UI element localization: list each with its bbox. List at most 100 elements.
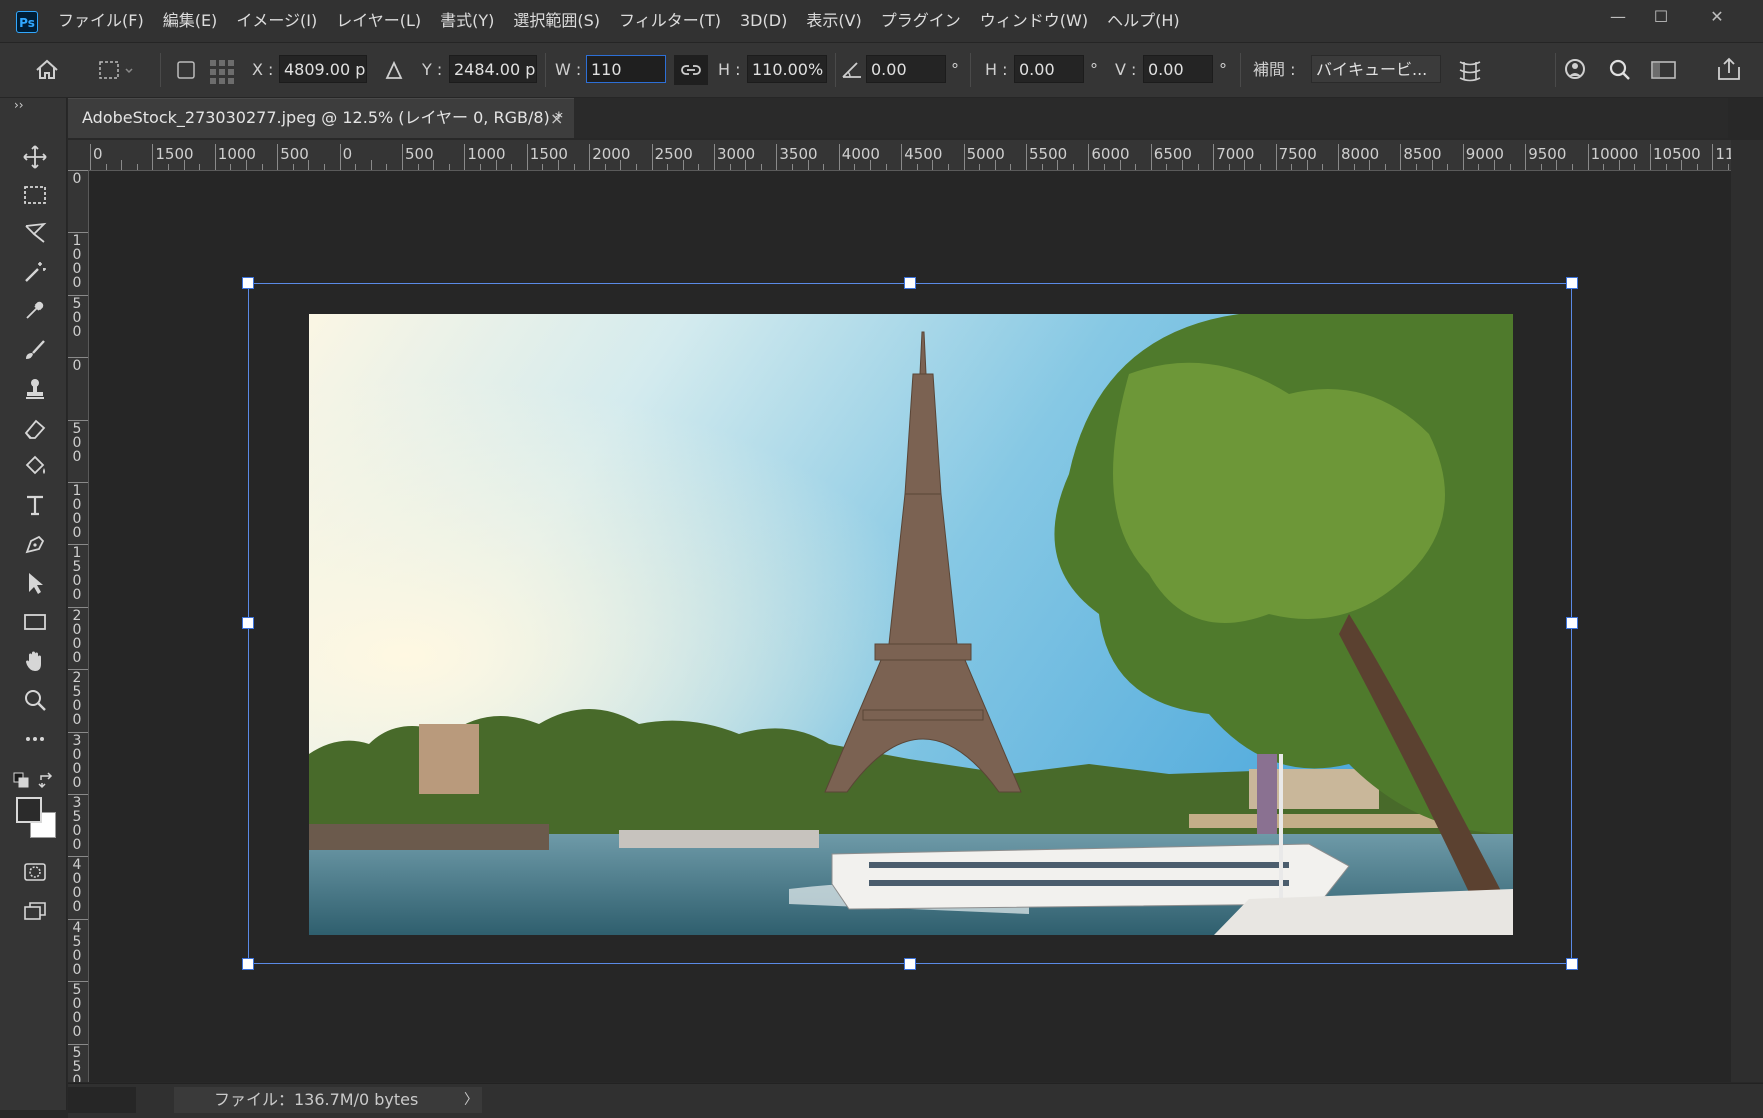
maximize-button[interactable]: ☐	[1641, 4, 1681, 30]
clone-stamp-tool-icon[interactable]	[17, 372, 53, 406]
skew-vertical-input[interactable]: 0.00	[1143, 55, 1213, 83]
y-position-input[interactable]: 2484.00 px	[449, 55, 537, 83]
transform-handle-bottom-right[interactable]	[1566, 958, 1578, 970]
interpolation-select[interactable]: バイキュービ...	[1311, 55, 1441, 83]
skew-horizontal-input[interactable]: 0.00	[1014, 55, 1084, 83]
x-position-input[interactable]: 4809.00 px	[279, 55, 367, 83]
document-info[interactable]: ファイル：136.7M/0 bytes 〉	[174, 1087, 482, 1113]
menu-edit[interactable]: 編集(E)	[163, 0, 218, 42]
close-window-button[interactable]: ✕	[1697, 4, 1737, 30]
menu-filter[interactable]: フィルター(T)	[619, 0, 721, 42]
menu-layer[interactable]: レイヤー(L)	[336, 0, 421, 42]
w-label: W :	[555, 60, 582, 79]
vertical-scrollbar[interactable]	[1731, 140, 1763, 1082]
ruler-minor-tick	[698, 164, 700, 170]
transform-handle-middle-left[interactable]	[242, 617, 254, 629]
menu-type[interactable]: 書式(Y)	[440, 0, 494, 42]
ruler-h-label: 10500	[1653, 145, 1701, 163]
rectangle-tool-icon[interactable]	[17, 605, 53, 639]
ruler-major-tick	[838, 144, 840, 170]
move-tool-icon[interactable]	[17, 140, 53, 174]
ruler-major-tick	[1650, 144, 1651, 170]
ruler-minor-tick	[745, 160, 747, 170]
workspace-icon[interactable]	[1650, 43, 1678, 97]
separator	[1240, 53, 1241, 87]
transform-handle-top-center[interactable]	[904, 277, 916, 289]
link-icon[interactable]	[674, 55, 708, 85]
ruler-minor-tick	[760, 164, 762, 170]
ruler-minor-tick	[1665, 164, 1667, 170]
menu-help[interactable]: ヘルプ(H)	[1107, 0, 1180, 42]
interpolation-label: 補間 :	[1253, 60, 1296, 79]
minimize-button[interactable]: —	[1598, 4, 1638, 30]
ruler-minor-tick	[823, 164, 825, 170]
toolbar-collapse-icon[interactable]: ››	[14, 98, 24, 112]
ruler-major-tick	[1587, 144, 1589, 170]
foreground-color-swatch[interactable]	[16, 797, 42, 823]
path-selection-tool-icon[interactable]	[17, 566, 53, 600]
horizontal-ruler[interactable]: 0 1500 1000 500 0 500 1000 1500 2000 2500 3000 3500…	[88, 140, 1731, 171]
eraser-tool-icon[interactable]	[17, 411, 53, 445]
ruler-h-label: 6500	[1153, 145, 1192, 163]
type-tool-icon[interactable]	[17, 488, 53, 522]
zoom-level-field[interactable]	[68, 1087, 136, 1113]
menu-window[interactable]: ウィンドウ(W)	[980, 0, 1088, 42]
menu-image[interactable]: イメージ(I)	[236, 0, 317, 42]
width-input[interactable]: 110	[586, 55, 666, 83]
menu-bar: Ps ファイル(F) 編集(E) イメージ(I) レイヤー(L) 書式(Y) 選…	[0, 0, 1763, 43]
menu-plugins[interactable]: プラグイン	[881, 0, 961, 42]
reference-point-grid-icon[interactable]	[208, 43, 238, 97]
share-icon[interactable]	[1715, 43, 1743, 97]
swap-colors-icon[interactable]	[38, 772, 56, 794]
magic-wand-tool-icon[interactable]	[17, 255, 53, 289]
relative-position-icon[interactable]	[384, 43, 404, 97]
marquee-tool-icon[interactable]	[17, 178, 53, 212]
ruler-minor-tick	[994, 160, 996, 170]
reference-point-checkbox[interactable]	[177, 43, 195, 97]
ruler-minor-tick	[1369, 160, 1371, 170]
transform-handle-middle-right[interactable]	[1566, 617, 1578, 629]
ruler-h-label: 8000	[1341, 145, 1380, 163]
canvas-area[interactable]	[89, 171, 1731, 1082]
rotate-angle-icon	[840, 43, 864, 97]
brush-tool-icon[interactable]	[17, 333, 53, 367]
zoom-tool-icon[interactable]	[17, 683, 53, 717]
menu-view[interactable]: 表示(V)	[806, 0, 861, 42]
paint-bucket-tool-icon[interactable]	[17, 449, 53, 483]
search-icon[interactable]	[1607, 43, 1633, 97]
screen-mode-icon[interactable]	[17, 894, 53, 928]
menu-file[interactable]: ファイル(F)	[58, 0, 144, 42]
home-icon[interactable]	[34, 43, 60, 97]
ruler-h-label: 1500	[155, 145, 194, 163]
lasso-tool-icon[interactable]	[17, 216, 53, 250]
ruler-minor-tick	[854, 164, 856, 170]
menu-select[interactable]: 選択範囲(S)	[513, 0, 600, 42]
menu-3d[interactable]: 3D(D)	[740, 0, 787, 42]
transform-handle-bottom-left[interactable]	[242, 958, 254, 970]
vertical-ruler[interactable]: 0100050005001000150020002500300035004000…	[68, 170, 89, 1082]
transform-tool-icon[interactable]	[96, 43, 136, 97]
document-tab[interactable]: AdobeStock_273030277.jpeg @ 12.5% (レイヤー …	[68, 98, 574, 138]
ruler-h-label: 1000	[467, 145, 506, 163]
quick-mask-icon[interactable]	[17, 855, 53, 889]
warp-mode-icon[interactable]	[1456, 43, 1484, 97]
height-input[interactable]: 110.00%	[747, 55, 827, 83]
rotate-angle-input[interactable]: 0.00	[866, 55, 946, 83]
ruler-major-tick	[152, 144, 154, 170]
ruler-major-tick	[651, 144, 653, 170]
transform-handle-top-left[interactable]	[242, 277, 254, 289]
ruler-major-tick	[1525, 144, 1527, 170]
status-menu-arrow-icon[interactable]: 〉	[464, 1087, 478, 1113]
hand-tool-icon[interactable]	[17, 644, 53, 678]
default-colors-icon[interactable]	[13, 772, 31, 794]
canvas-image[interactable]	[309, 314, 1513, 935]
cancel-transform-icon[interactable]	[1562, 43, 1590, 97]
eyedropper-tool-icon[interactable]	[17, 293, 53, 327]
transform-handle-top-right[interactable]	[1566, 277, 1578, 289]
pen-tool-icon[interactable]	[17, 527, 53, 561]
status-bar: ファイル：136.7M/0 bytes 〉	[68, 1083, 1763, 1118]
skew-v-unit: °	[1219, 60, 1227, 79]
transform-handle-bottom-center[interactable]	[904, 958, 916, 970]
document-tab-close-button[interactable]: ×	[550, 99, 563, 139]
more-tools-icon[interactable]	[17, 722, 53, 756]
